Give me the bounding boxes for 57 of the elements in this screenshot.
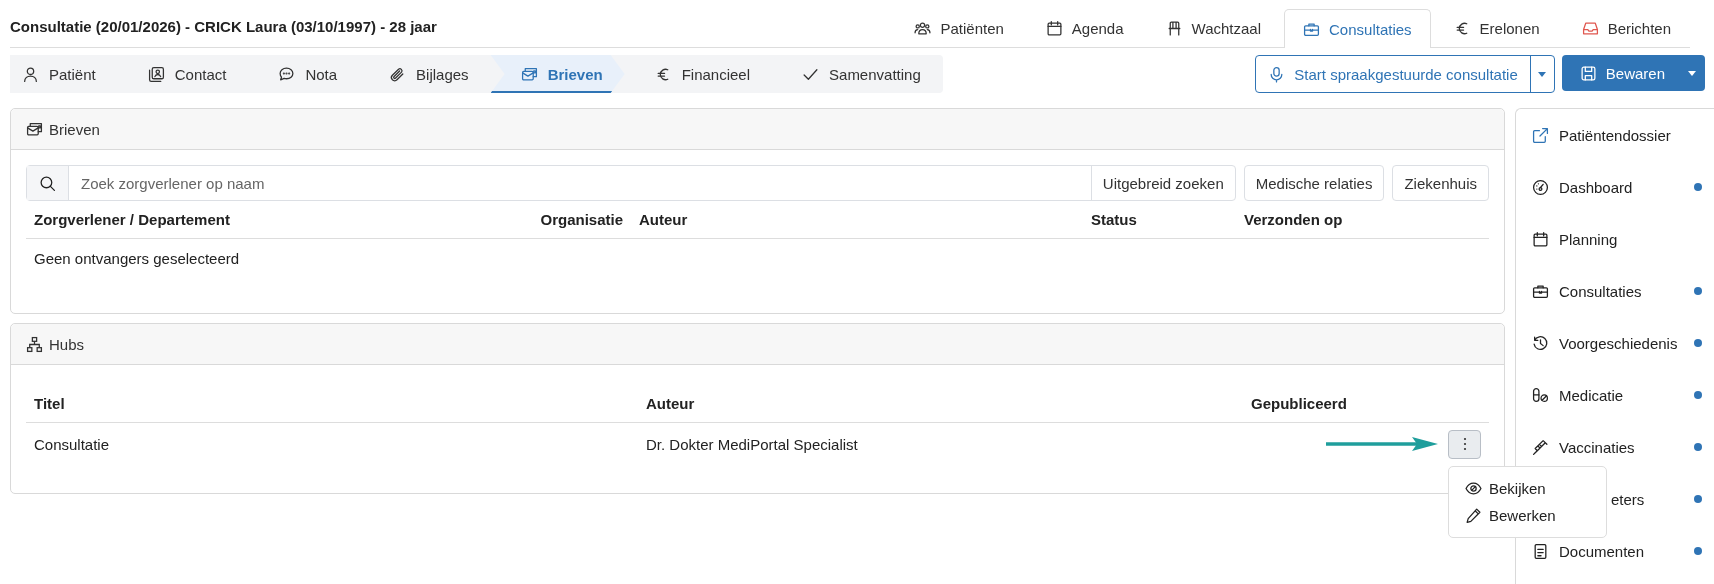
filter-button[interactable]: Ziekenhuis — [1392, 165, 1489, 201]
sidebar-item[interactable]: eters — [1611, 473, 1714, 525]
nav-tab[interactable]: Patiënten — [895, 9, 1023, 47]
column-header: Organisatie — [539, 210, 624, 230]
sidebar-item[interactable]: Dashboard — [1516, 161, 1714, 213]
sidebar-item[interactable]: Consultaties — [1516, 265, 1714, 317]
panel-title: Brieven — [49, 120, 100, 138]
card-icon — [147, 65, 165, 83]
sidebar-item[interactable]: Medicatie — [1516, 369, 1714, 421]
nav-tab[interactable]: Consultaties — [1284, 9, 1431, 48]
table-cell-text: Dr. Dokter MediPortal Specialist — [645, 435, 859, 453]
search-field[interactable]: Zoek zorgverlener op naam Uitgebreid zoeken — [26, 165, 1236, 201]
pencil-icon — [1465, 506, 1482, 524]
kebab-icon — [1462, 437, 1467, 451]
envelopes-icon — [26, 120, 43, 138]
document-icon — [1532, 542, 1549, 560]
envelopes-icon — [520, 65, 538, 83]
empty-message: Geen ontvangers geselecteerd — [33, 249, 241, 269]
inbox-icon — [1581, 20, 1599, 37]
sidebar-item[interactable]: Voorgeschiedenis — [1516, 317, 1714, 369]
panel-title: Hubs — [49, 335, 85, 353]
person-icon — [22, 65, 39, 83]
table-cell-text: Consultatie — [33, 435, 111, 453]
column-header: Gepubliceerd — [1250, 394, 1348, 414]
filter-button[interactable]: Medische relaties — [1243, 165, 1385, 201]
column-header: Status — [1090, 210, 1138, 230]
calendar-icon — [1045, 20, 1063, 37]
column-header: Titel — [33, 394, 66, 414]
column-header: Zorgverlener / Departement — [33, 210, 231, 230]
syringe-icon — [1532, 438, 1549, 456]
sidebar-item[interactable]: Vaccinaties — [1516, 421, 1714, 473]
column-header: Auteur — [638, 210, 689, 230]
nav-tab[interactable]: Agenda — [1026, 9, 1143, 47]
search-icon — [39, 174, 56, 192]
calendar-icon — [1532, 230, 1549, 248]
consultation-title: Consultatie (20/01/2026) - CRICK Laura (03/10/1997) - 28 jaar — [10, 17, 437, 35]
pills-icon — [1532, 386, 1549, 404]
caret-icon — [1538, 71, 1547, 77]
more-options-button[interactable] — [1448, 429, 1481, 459]
gauge-icon — [1532, 178, 1549, 196]
save-icon — [1579, 64, 1597, 82]
nav-tab[interactable]: Erelonen — [1434, 9, 1559, 47]
history-icon — [1532, 334, 1549, 352]
people-icon — [914, 20, 932, 37]
nav-tab[interactable]: Berichten — [1562, 9, 1690, 47]
step-tab[interactable]: Brieven — [490, 55, 625, 93]
chat-icon — [278, 65, 296, 83]
external-link-icon — [1532, 126, 1549, 144]
nav-tab[interactable]: Wachtzaal — [1146, 9, 1281, 47]
column-header: Verzonden op — [1243, 210, 1344, 230]
column-header: Auteur — [645, 394, 696, 414]
network-icon — [26, 335, 43, 353]
advanced-search-button[interactable]: Uitgebreid zoeken — [1090, 166, 1235, 200]
caret-icon — [1688, 70, 1696, 76]
menu-item[interactable]: Bekijken — [1449, 474, 1606, 502]
sidebar-item[interactable]: Planning — [1516, 213, 1714, 265]
sidebar-item[interactable]: Patiëntendossier — [1516, 109, 1714, 161]
